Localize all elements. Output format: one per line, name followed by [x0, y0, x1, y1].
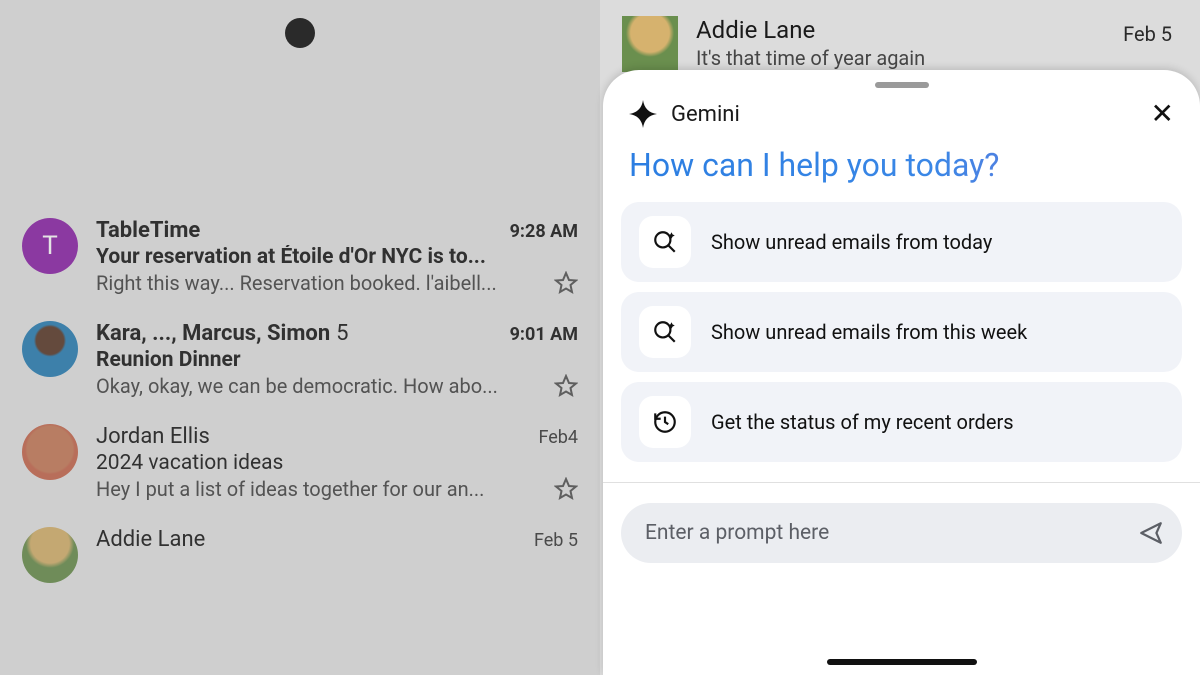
suggestion-label: Show unread emails from this week: [711, 320, 1027, 344]
email-snippet: It's that time of year again: [696, 46, 925, 70]
background-email-item: Addie Lane It's that time of year again: [600, 0, 1200, 72]
email-time: Feb 5: [534, 530, 578, 551]
sender-name: Kara, ..., Marcus, Simon5: [96, 321, 349, 346]
gemini-bottom-sheet: Gemini ✕ How can I help you today? Show …: [603, 70, 1200, 675]
sender-avatar: T: [22, 218, 78, 274]
mail-app-screen: 9:30 Search in mail Inbox T: [0, 0, 600, 675]
home-indicator[interactable]: [827, 659, 977, 665]
suggestion-label: Show unread emails from today: [711, 230, 992, 254]
gemini-hero-text: How can I help you today?: [603, 138, 1200, 202]
sender-name: TableTime: [96, 218, 200, 243]
suggestion-unread-week[interactable]: Show unread emails from this week: [621, 292, 1182, 372]
suggestion-label: Get the status of my recent orders: [711, 410, 1014, 434]
email-snippet: Hey I put a list of ideas together for o…: [96, 477, 578, 501]
search-sparkle-icon: [639, 306, 691, 358]
gemini-sparkle-icon: [629, 100, 657, 128]
sender-name: Addie Lane: [696, 16, 925, 44]
sheet-title: Gemini: [671, 102, 740, 127]
sender-avatar: [22, 424, 78, 480]
camera-cutout: [285, 18, 315, 48]
suggestion-unread-today[interactable]: Show unread emails from today: [621, 202, 1182, 282]
email-time: 9:01 AM: [510, 324, 578, 345]
email-time: Feb4: [538, 427, 578, 448]
close-icon[interactable]: ✕: [1151, 100, 1174, 128]
drag-handle[interactable]: [875, 82, 929, 88]
search-sparkle-icon: [639, 216, 691, 268]
email-snippet: Okay, okay, we can be democratic. How ab…: [96, 374, 578, 398]
email-time: 9:28 AM: [510, 221, 578, 242]
star-icon[interactable]: [554, 271, 578, 295]
email-item[interactable]: Addie Lane Feb 5: [0, 515, 600, 583]
star-icon[interactable]: [554, 477, 578, 501]
send-icon[interactable]: [1138, 520, 1164, 546]
email-item[interactable]: Jordan Ellis Feb4 2024 vacation ideas He…: [0, 412, 600, 515]
star-icon[interactable]: [554, 374, 578, 398]
email-subject: Your reservation at Étoile d'Or NYC is t…: [96, 245, 578, 269]
sender-name: Addie Lane: [96, 527, 205, 552]
prompt-placeholder: Enter a prompt here: [645, 521, 829, 545]
sender-name: Jordan Ellis: [96, 424, 210, 449]
sender-avatar: [22, 527, 78, 583]
email-snippet: Right this way... Reservation booked. l'…: [96, 271, 578, 295]
clock-refresh-icon: [639, 396, 691, 448]
prompt-input[interactable]: Enter a prompt here: [621, 503, 1182, 563]
sender-avatar: [622, 16, 678, 72]
email-subject: 2024 vacation ideas: [96, 451, 578, 475]
suggestion-order-status[interactable]: Get the status of my recent orders: [621, 382, 1182, 462]
mail-app-with-gemini-sheet: Addie Lane It's that time of year again …: [600, 0, 1200, 675]
email-subject: Reunion Dinner: [96, 348, 578, 372]
sender-avatar: [22, 321, 78, 377]
email-item[interactable]: T TableTime 9:28 AM Your reservation at …: [0, 206, 600, 309]
email-item[interactable]: Kara, ..., Marcus, Simon5 9:01 AM Reunio…: [0, 309, 600, 412]
email-time: Feb 5: [1123, 22, 1172, 46]
